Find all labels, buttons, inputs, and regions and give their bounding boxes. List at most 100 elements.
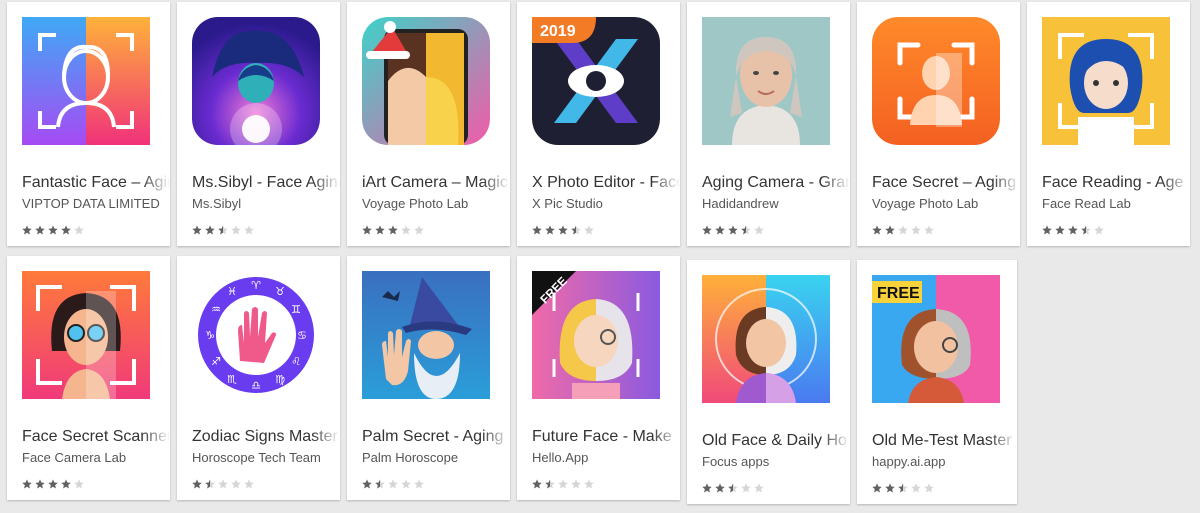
app-title[interactable]: Old Face & Daily Ho: [702, 430, 850, 452]
app-card-face-secret[interactable]: Face Secret – Aging Voyage Photo Lab: [857, 2, 1020, 246]
app-title[interactable]: Zodiac Signs Master: [192, 426, 340, 448]
app-title[interactable]: Fantastic Face – Aging: [22, 172, 170, 194]
star-icon: [205, 225, 215, 235]
app-card-aging-camera[interactable]: Aging Camera - Gram Hadidandrew: [687, 2, 850, 246]
app-developer[interactable]: Voyage Photo Lab: [872, 195, 1014, 212]
svg-text:♊: ♊: [291, 303, 301, 316]
star-icon: [35, 225, 45, 235]
future-face-icon: FREE: [532, 271, 660, 399]
app-developer[interactable]: Focus apps: [702, 453, 844, 470]
star-rating: [362, 479, 424, 489]
star-icon: [22, 479, 32, 489]
star-rating: [702, 483, 764, 493]
app-developer[interactable]: Face Camera Lab: [22, 449, 164, 466]
svg-text:♋: ♋: [297, 329, 307, 342]
app-developer[interactable]: Face Read Lab: [1042, 195, 1184, 212]
star-icon: [584, 479, 594, 489]
star-icon: [872, 225, 882, 235]
star-icon: [571, 479, 581, 489]
app-title[interactable]: Face Secret Scanner: [22, 426, 170, 448]
star-icon: [728, 483, 738, 493]
star-icon: [1068, 225, 1078, 235]
star-icon: [61, 225, 71, 235]
star-icon: [414, 225, 424, 235]
star-icon: [388, 479, 398, 489]
star-icon: [401, 225, 411, 235]
app-developer[interactable]: Palm Horoscope: [362, 449, 504, 466]
star-rating: [872, 225, 934, 235]
app-developer[interactable]: happy.ai.app: [872, 453, 1011, 470]
app-developer[interactable]: VIPTOP DATA LIMITED: [22, 195, 164, 212]
star-icon: [1042, 225, 1052, 235]
iart-camera-icon: [362, 17, 490, 145]
star-icon: [362, 479, 372, 489]
badge-text: 2019: [540, 23, 576, 40]
star-rating: [532, 479, 594, 489]
svg-text:♉: ♉: [275, 285, 285, 298]
app-title[interactable]: Aging Camera - Gram: [702, 172, 850, 194]
app-card-x-photo-editor[interactable]: 2019 X Photo Editor - Face X Pic Studio: [517, 2, 680, 246]
svg-text:♐: ♐: [211, 355, 221, 368]
app-title[interactable]: X Photo Editor - Face: [532, 172, 680, 194]
app-title[interactable]: Face Secret – Aging: [872, 172, 1020, 194]
star-icon: [545, 479, 555, 489]
app-developer[interactable]: Voyage Photo Lab: [362, 195, 504, 212]
star-icon: [558, 225, 568, 235]
star-icon: [375, 225, 385, 235]
star-icon: [715, 483, 725, 493]
star-rating: [532, 225, 594, 235]
palm-secret-icon: [362, 271, 490, 399]
star-icon: [911, 483, 921, 493]
star-icon: [885, 225, 895, 235]
star-rating: [1042, 225, 1104, 235]
star-rating: [192, 225, 254, 235]
app-title[interactable]: iArt Camera – Magic: [362, 172, 510, 194]
app-developer[interactable]: Hello.App: [532, 449, 674, 466]
star-icon: [1081, 225, 1091, 235]
svg-text:♑: ♑: [205, 329, 215, 342]
star-rating: [22, 225, 84, 235]
app-title[interactable]: Palm Secret - Aging: [362, 426, 510, 448]
app-developer[interactable]: Hadidandrew: [702, 195, 844, 212]
star-icon: [702, 225, 712, 235]
star-icon: [532, 479, 542, 489]
app-title[interactable]: Ms.Sibyl - Face Aging: [192, 172, 340, 194]
star-icon: [192, 479, 202, 489]
app-card-ms-sibyl[interactable]: Ms.Sibyl - Face Aging Ms.Sibyl: [177, 2, 340, 246]
app-card-old-me[interactable]: FREE Old Me-Test Master happy.ai.app: [857, 260, 1017, 504]
star-icon: [61, 479, 71, 489]
svg-text:♌: ♌: [291, 355, 301, 368]
star-icon: [898, 225, 908, 235]
app-card-face-reading[interactable]: Face Reading - Age Face Read Lab: [1027, 2, 1190, 246]
star-icon: [388, 225, 398, 235]
star-icon: [885, 483, 895, 493]
star-icon: [728, 225, 738, 235]
app-card-future-face[interactable]: FREE Future Face - Make Hello.App: [517, 256, 680, 500]
star-icon: [414, 479, 424, 489]
star-icon: [741, 483, 751, 493]
star-icon: [22, 225, 32, 235]
star-rating: [872, 483, 934, 493]
app-card-iart-camera[interactable]: iArt Camera – Magic Voyage Photo Lab: [347, 2, 510, 246]
svg-text:♓: ♓: [227, 285, 237, 298]
face-secret-scanner-icon: [22, 271, 150, 399]
app-title[interactable]: Old Me-Test Master: [872, 430, 1017, 452]
face-reading-icon: [1042, 17, 1170, 145]
app-card-palm-secret[interactable]: Palm Secret - Aging Palm Horoscope: [347, 256, 510, 500]
app-card-face-secret-scanner[interactable]: Face Secret Scanner Face Camera Lab: [7, 256, 170, 500]
star-icon: [35, 479, 45, 489]
app-card-old-face[interactable]: Old Face & Daily Ho Focus apps: [687, 260, 850, 504]
star-icon: [898, 483, 908, 493]
app-title[interactable]: Face Reading - Age: [1042, 172, 1190, 194]
app-card-fantastic-face[interactable]: Fantastic Face – Aging VIPTOP DATA LIMIT…: [7, 2, 170, 246]
star-icon: [911, 225, 921, 235]
star-icon: [532, 225, 542, 235]
app-card-zodiac-signs[interactable]: ♈ ♉ ♊ ♋ ♌ ♍ ♎ ♏ ♐ ♑ ♒ ♓ Zodiac Signs Master Horo…: [177, 256, 340, 500]
app-developer[interactable]: Horoscope Tech Team: [192, 449, 334, 466]
star-icon: [244, 225, 254, 235]
app-developer[interactable]: X Pic Studio: [532, 195, 674, 212]
app-title[interactable]: Future Face - Make: [532, 426, 680, 448]
app-developer[interactable]: Ms.Sibyl: [192, 195, 334, 212]
star-icon: [362, 225, 372, 235]
aging-camera-icon: [702, 17, 830, 145]
